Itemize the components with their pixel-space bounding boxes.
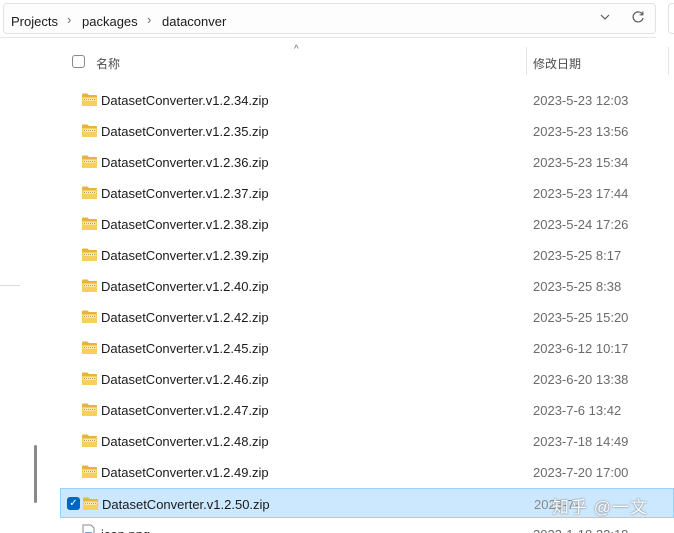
file-modified-date: 2023-5-23 13:56 — [533, 124, 629, 139]
file-row[interactable]: icon.png 2023-1-18 22:18 — [60, 519, 674, 533]
file-name[interactable]: icon.png — [101, 527, 150, 533]
zip-folder-icon — [82, 465, 97, 478]
zip-folder-icon — [82, 93, 97, 106]
zip-folder-icon — [82, 217, 97, 230]
file-modified-date: 2023-5-25 8:38 — [533, 279, 622, 294]
row-checkbox[interactable]: ✓ — [67, 497, 80, 510]
file-name[interactable]: DatasetConverter.v1.2.38.zip — [101, 217, 269, 232]
file-row[interactable]: DatasetConverter.v1.2.49.zip 2023-7-20 17… — [60, 457, 674, 487]
chevron-right-icon[interactable]: › — [147, 12, 151, 27]
file-name[interactable]: DatasetConverter.v1.2.45.zip — [101, 341, 269, 356]
file-name[interactable]: DatasetConverter.v1.2.42.zip — [101, 310, 269, 325]
file-row[interactable]: DatasetConverter.v1.2.38.zip 2023-5-24 17… — [60, 209, 674, 239]
file-row[interactable]: DatasetConverter.v1.2.34.zip 2023-5-23 12… — [60, 85, 674, 115]
address-bar: Projects › packages › dataconver — [0, 0, 656, 38]
file-name[interactable]: DatasetConverter.v1.2.50.zip — [102, 497, 270, 512]
file-modified-date: 2023-5-24 17:26 — [533, 217, 629, 232]
file-modified-date: 2023-5-25 15:20 — [533, 310, 629, 325]
column-modified-date[interactable]: 修改日期 — [533, 55, 581, 72]
zip-folder-icon — [82, 403, 97, 416]
zip-folder-icon — [82, 310, 97, 323]
file-row[interactable]: DatasetConverter.v1.2.45.zip 2023-6-12 10… — [60, 333, 674, 363]
file-modified-date: 2023-5-23 15:34 — [533, 155, 629, 170]
zip-folder-icon — [83, 497, 98, 510]
refresh-icon[interactable] — [630, 9, 646, 25]
file-row[interactable]: DatasetConverter.v1.2.36.zip 2023-5-23 15… — [60, 147, 674, 177]
search-box-edge[interactable] — [668, 3, 674, 34]
column-divider[interactable] — [668, 47, 669, 75]
file-name[interactable]: DatasetConverter.v1.2.34.zip — [101, 93, 269, 108]
file-modified-date: 2023-5-23 12:03 — [533, 93, 629, 108]
file-row[interactable]: DatasetConverter.v1.2.46.zip 2023-6-20 13… — [60, 364, 674, 394]
zip-folder-icon — [82, 341, 97, 354]
file-modified-date: 2023-1-18 22:18 — [533, 527, 628, 533]
file-name[interactable]: DatasetConverter.v1.2.49.zip — [101, 465, 269, 480]
breadcrumb[interactable]: Projects › packages › dataconver — [3, 3, 656, 34]
column-divider[interactable] — [526, 47, 527, 75]
nav-scrollbar[interactable] — [34, 445, 37, 503]
file-modified-date: 2023-6-20 13:38 — [533, 372, 629, 387]
file-modified-date: 2023-7-6 13:42 — [533, 403, 622, 418]
file-name[interactable]: DatasetConverter.v1.2.40.zip — [101, 279, 269, 294]
zip-folder-icon — [82, 372, 97, 385]
watermark: 知乎 @一文 — [552, 498, 648, 517]
zip-folder-icon — [82, 124, 97, 137]
breadcrumb-projects[interactable]: Projects — [11, 14, 58, 29]
file-list: DatasetConverter.v1.2.34.zip 2023-5-23 12… — [60, 84, 674, 533]
nav-divider — [0, 285, 20, 286]
chevron-down-icon[interactable] — [598, 10, 612, 24]
chevron-right-icon[interactable]: › — [67, 12, 71, 27]
breadcrumb-packages[interactable]: packages — [82, 14, 138, 29]
select-all-checkbox[interactable] — [72, 55, 85, 68]
file-modified-date: 2023-7-18 14:49 — [533, 434, 629, 449]
file-row[interactable]: DatasetConverter.v1.2.35.zip 2023-5-23 13… — [60, 116, 674, 146]
file-name[interactable]: DatasetConverter.v1.2.48.zip — [101, 434, 269, 449]
zip-folder-icon — [82, 434, 97, 447]
column-name[interactable]: 名称 — [96, 55, 120, 72]
file-row[interactable]: DatasetConverter.v1.2.40.zip 2023-5-25 8:… — [60, 271, 674, 301]
zip-folder-icon — [82, 279, 97, 292]
file-name[interactable]: DatasetConverter.v1.2.36.zip — [101, 155, 269, 170]
file-name[interactable]: DatasetConverter.v1.2.39.zip — [101, 248, 269, 263]
file-modified-date: 2023-6-12 10:17 — [533, 341, 629, 356]
zip-folder-icon — [82, 248, 97, 261]
breadcrumb-dataconver[interactable]: dataconver — [162, 14, 226, 29]
file-name[interactable]: DatasetConverter.v1.2.47.zip — [101, 403, 269, 418]
zip-folder-icon — [82, 155, 97, 168]
file-name[interactable]: DatasetConverter.v1.2.37.zip — [101, 186, 269, 201]
file-modified-date: 2023-5-25 8:17 — [533, 248, 622, 263]
file-name[interactable]: DatasetConverter.v1.2.46.zip — [101, 372, 269, 387]
image-file-icon — [82, 524, 95, 533]
file-row[interactable]: DatasetConverter.v1.2.37.zip 2023-5-23 17… — [60, 178, 674, 208]
file-row[interactable]: DatasetConverter.v1.2.48.zip 2023-7-18 14… — [60, 426, 674, 456]
file-modified-date: 2023-5-23 17:44 — [533, 186, 629, 201]
file-row[interactable]: DatasetConverter.v1.2.42.zip 2023-5-25 15… — [60, 302, 674, 332]
column-header — [60, 46, 674, 76]
file-name[interactable]: DatasetConverter.v1.2.35.zip — [101, 124, 269, 139]
sort-ascending-icon: ^ — [294, 44, 299, 55]
file-row[interactable]: DatasetConverter.v1.2.47.zip 2023-7-6 13:… — [60, 395, 674, 425]
file-modified-date: 2023-7-20 17:00 — [533, 465, 629, 480]
zip-folder-icon — [82, 186, 97, 199]
file-row[interactable]: DatasetConverter.v1.2.39.zip 2023-5-25 8:… — [60, 240, 674, 270]
